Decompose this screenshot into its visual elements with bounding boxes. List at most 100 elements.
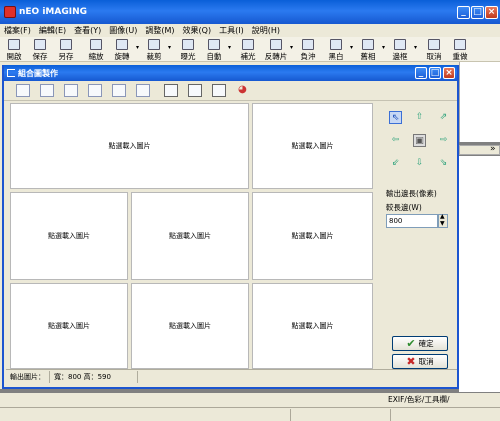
- undo-button[interactable]: 取消: [422, 39, 446, 61]
- rotate-icon: [116, 39, 128, 50]
- maximize-icon[interactable]: □: [471, 6, 484, 19]
- resize-button[interactable]: 縮放: [84, 39, 108, 61]
- main-toolbar: 開啟 保存 另存 縮放 旋轉 ▾ 裁剪 ▾ 曝光 自動 ▾ 補光 反轉片 ▾ 負沖 黑白…: [0, 37, 500, 62]
- side-panel-content: [459, 156, 500, 392]
- menu-help[interactable]: 說明(H): [252, 25, 280, 36]
- align-bottom-left-icon[interactable]: ⇙: [389, 157, 402, 170]
- align-left-icon[interactable]: ⇦: [389, 134, 402, 147]
- layout-two-cols-icon[interactable]: [40, 84, 54, 97]
- position-pad: ⇖ ⇧ ⇗ ⇦ ▣ ⇨ ⇙ ⇩ ⇘: [382, 103, 457, 183]
- save-as-icon: [60, 39, 72, 50]
- image-slot[interactable]: 點選載入圖片: [252, 192, 373, 280]
- image-slot[interactable]: 點選載入圖片: [10, 103, 249, 189]
- reversal-dropdown-icon[interactable]: ▾: [290, 44, 293, 51]
- fit-image-icon[interactable]: [188, 84, 202, 97]
- auto-button[interactable]: 自動 ▾: [202, 39, 231, 61]
- spin-up-icon[interactable]: ▲: [440, 213, 445, 220]
- align-center-icon[interactable]: ▣: [413, 134, 426, 147]
- app-title: nEO iMAGING: [19, 7, 88, 17]
- ok-button[interactable]: ✔ 確定: [392, 336, 448, 351]
- layout-nine-grid-icon[interactable]: [136, 84, 150, 97]
- dialog-grid-icon: [7, 69, 15, 77]
- close-icon[interactable]: ×: [485, 6, 498, 19]
- rotate-dropdown-icon[interactable]: ▾: [136, 44, 139, 51]
- image-slot[interactable]: 點選載入圖片: [10, 192, 128, 280]
- reversal-film-button[interactable]: 反轉片 ▾: [264, 39, 293, 61]
- dialog-close-icon[interactable]: ×: [443, 67, 455, 79]
- bw-dropdown-icon[interactable]: ▾: [350, 44, 353, 51]
- cancel-button[interactable]: ✖ 取消: [392, 354, 448, 369]
- reversal-film-icon: [270, 39, 282, 50]
- border-button[interactable]: 邊框 ▾: [388, 39, 417, 61]
- image-slot[interactable]: 點選載入圖片: [252, 103, 373, 189]
- align-top-right-icon[interactable]: ⇗: [437, 111, 450, 124]
- layout-three-cols-icon[interactable]: [112, 84, 126, 97]
- sepia-dropdown-icon[interactable]: ▾: [382, 44, 385, 51]
- dialog-titlebar: [4, 65, 457, 81]
- save-as-button[interactable]: 另存: [54, 39, 78, 61]
- layout-three-rows-icon[interactable]: [88, 84, 102, 97]
- menu-bar: 檔案(F) 編輯(E) 查看(Y) 圖像(U) 調整(M) 效果(Q) 工具(I…: [0, 24, 500, 37]
- app-logo-icon: [4, 6, 16, 18]
- menu-edit[interactable]: 編輯(E): [39, 25, 66, 36]
- crop-dropdown-icon[interactable]: ▾: [168, 44, 171, 51]
- fit-width-icon[interactable]: [164, 84, 178, 97]
- image-slot[interactable]: 點選載入圖片: [131, 283, 249, 369]
- workspace-bottom-background: [0, 389, 500, 393]
- dialog-title: 組合圖製作: [18, 69, 58, 78]
- long-edge-input[interactable]: 800: [386, 214, 438, 228]
- long-edge-spinner[interactable]: ▲ ▼: [438, 213, 448, 228]
- align-right-icon[interactable]: ⇨: [437, 134, 450, 147]
- long-edge-label: 較長邊(W): [386, 203, 422, 212]
- image-slot[interactable]: 點選載入圖片: [10, 283, 128, 369]
- main-status-bar: [0, 407, 500, 421]
- image-slot[interactable]: 點選載入圖片: [131, 192, 249, 280]
- panel-tabs-label[interactable]: EXIF/色彩/工具欄/: [388, 395, 449, 404]
- menu-effects[interactable]: 效果(Q): [183, 25, 212, 36]
- panel-tabs[interactable]: EXIF/色彩/工具欄/: [388, 394, 500, 406]
- layout-four-grid-icon[interactable]: [64, 84, 78, 97]
- undo-icon: [428, 39, 440, 50]
- minimize-icon[interactable]: _: [457, 6, 470, 19]
- redo-icon: [454, 39, 466, 50]
- image-slot[interactable]: 點選載入圖片: [252, 283, 373, 369]
- save-icon: [34, 39, 46, 50]
- dialog-status-bar: 輸出圖片： 寬：800 高：590: [6, 369, 457, 383]
- align-top-left-icon[interactable]: ⇖: [389, 111, 402, 124]
- control-panel: ⇖ ⇧ ⇗ ⇦ ▣ ⇨ ⇙ ⇩ ⇘ 輸出邊長(像素) 較長邊(W) 800 ▲ …: [382, 103, 457, 369]
- save-button[interactable]: 保存: [28, 39, 52, 61]
- cross-process-button[interactable]: 負沖: [296, 39, 320, 61]
- align-top-icon[interactable]: ⇧: [413, 111, 426, 124]
- crop-icon: [148, 39, 160, 50]
- dialog-minimize-icon[interactable]: _: [415, 67, 427, 79]
- redo-button[interactable]: 重做: [448, 39, 472, 61]
- black-white-button[interactable]: 黑白 ▾: [324, 39, 353, 61]
- side-panel-header: »: [459, 144, 500, 155]
- status-divider: [290, 409, 291, 421]
- crop-button[interactable]: 裁剪 ▾: [142, 39, 171, 61]
- spin-down-icon[interactable]: ▼: [440, 220, 445, 227]
- open-button[interactable]: 開啟: [2, 39, 26, 61]
- rotate-button[interactable]: 旋轉 ▾: [110, 39, 139, 61]
- menu-tools[interactable]: 工具(I): [219, 25, 244, 36]
- layout-two-rows-icon[interactable]: [16, 84, 30, 97]
- output-size-value: 寬：800 高：590: [50, 370, 138, 383]
- menu-file[interactable]: 檔案(F): [4, 25, 31, 36]
- output-image-label: 輸出圖片：: [6, 370, 50, 383]
- dialog-maximize-icon[interactable]: □: [429, 67, 441, 79]
- checkmark-icon: ✔: [406, 337, 416, 350]
- fill-light-button[interactable]: 補光: [236, 39, 260, 61]
- exposure-button[interactable]: 曝光: [176, 39, 200, 61]
- side-panel-expand-icon[interactable]: »: [490, 144, 496, 154]
- color-wheel-icon[interactable]: ◕: [238, 84, 252, 97]
- menu-adjust[interactable]: 調整(M): [145, 25, 174, 36]
- menu-view[interactable]: 查看(Y): [74, 25, 101, 36]
- fit-all-icon[interactable]: [212, 84, 226, 97]
- menu-image[interactable]: 圖像(U): [109, 25, 137, 36]
- x-mark-icon: ✖: [406, 355, 416, 368]
- sepia-button[interactable]: 舊相 ▾: [356, 39, 385, 61]
- auto-dropdown-icon[interactable]: ▾: [228, 44, 231, 51]
- border-dropdown-icon[interactable]: ▾: [414, 44, 417, 51]
- align-bottom-icon[interactable]: ⇩: [413, 157, 426, 170]
- align-bottom-right-icon[interactable]: ⇘: [437, 157, 450, 170]
